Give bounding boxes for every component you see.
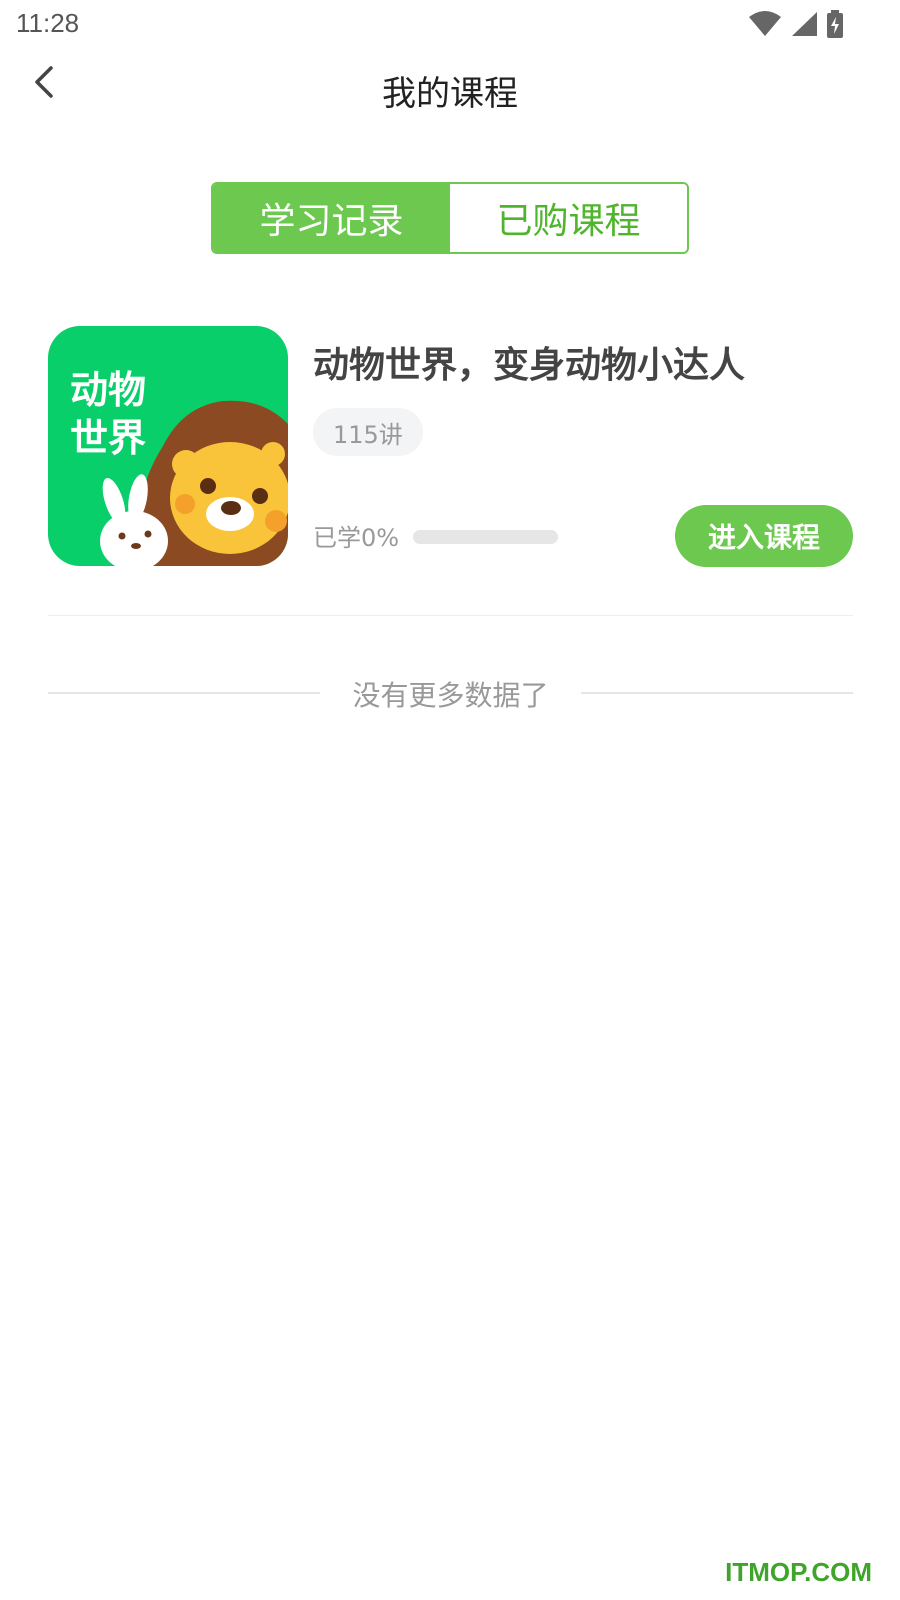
divider [48,615,853,616]
page-title: 我的课程 [382,74,518,114]
lesson-count-badge: 115讲 [313,408,423,456]
wifi-icon [748,11,782,37]
progress-label: 已学0% [313,524,400,552]
watermark: ITMOP.COM [725,1557,872,1587]
cover-text-line1: 动物 [70,368,147,412]
course-tabs: 学习记录 已购课程 [211,182,689,254]
cover-title: 动物 世界 [70,366,146,462]
tab-study-record[interactable]: 学习记录 [213,184,450,252]
status-time: 11:28 [16,8,80,38]
cover-text-line2: 世界 [70,416,147,460]
course-item[interactable]: 动物 世界 动物世界，变身动物小达人 115讲 已学0% 进入课程 [48,326,853,567]
course-title[interactable]: 动物世界，变身动物小达人 [313,336,745,388]
no-more-text: 没有更多数据了 [352,679,549,712]
tab-purchased-courses[interactable]: 已购课程 [450,184,687,252]
header: 我的课程 [0,50,900,130]
progress-bar [413,530,558,544]
course-cover-image[interactable]: 动物 世界 [48,326,288,566]
enter-course-button[interactable]: 进入课程 [675,505,853,567]
status-bar: 11:28 [0,0,900,50]
battery-icon [826,10,844,38]
divider-right [581,692,853,694]
signal-icon [790,11,818,37]
no-more-data: 没有更多数据了 [48,672,853,712]
status-icons [748,10,844,38]
